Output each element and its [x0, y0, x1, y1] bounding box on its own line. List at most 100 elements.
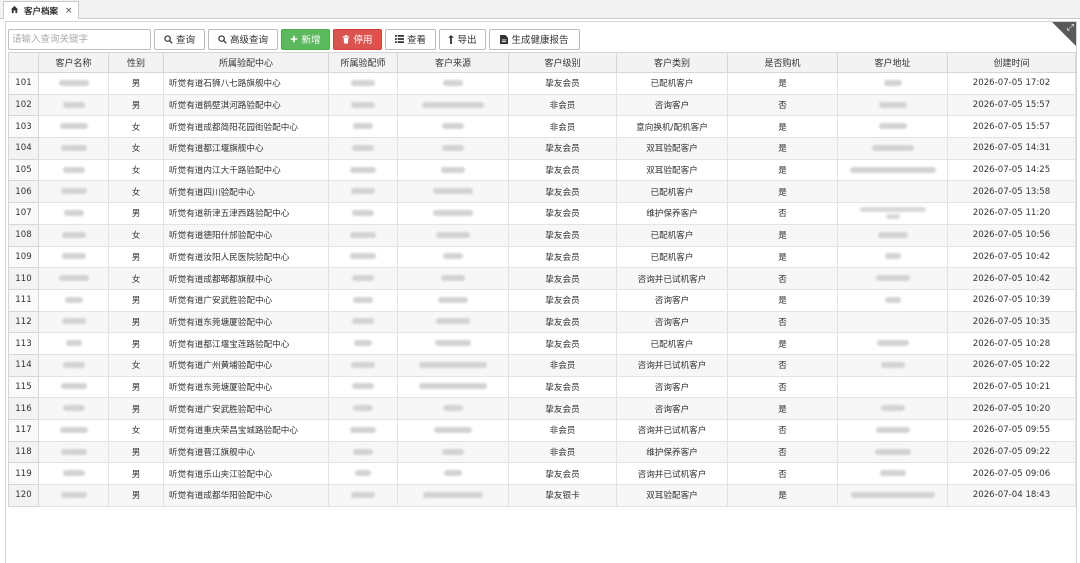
fitter-cell: [328, 397, 398, 420]
address-cell: [837, 462, 948, 486]
center-cell: 听觉有道汝阳人民医院验配中心: [163, 245, 329, 269]
center-cell: 听觉有道都江堰宝莲路验配中心: [163, 332, 329, 355]
redacted-text: [60, 188, 87, 195]
customer-name-cell: [38, 462, 109, 486]
search-button-label: 查询: [175, 35, 195, 46]
view-button[interactable]: 查看: [385, 28, 436, 50]
gender-cell: 女: [108, 267, 164, 290]
column-header-col-address[interactable]: 客户地址: [837, 52, 948, 73]
table-row[interactable]: 101 男听觉有道石狮八七路旗舰中心 挚友会员 已配机客户是 2026-07-05 17…: [8, 72, 1076, 95]
table-row[interactable]: 104 女听觉有道都江堰旗舰中心 挚友会员 双耳验配客户是 2026-07-05 14:…: [8, 137, 1076, 160]
table-row[interactable]: 113 男听觉有道都江堰宝莲路验配中心 挚友会员 已配机客户是 2026-07-05 1…: [8, 332, 1076, 355]
customer-name-cell: [38, 375, 109, 399]
table-row[interactable]: 111 男听觉有道广安武胜验配中心 挚友会员 咨询客户是 2026-07-05 10:3…: [8, 288, 1076, 312]
gender-cell: 女: [108, 353, 164, 377]
category-cell: 已配机客户: [616, 180, 728, 204]
column-header-col-source[interactable]: 客户来源: [397, 52, 509, 73]
table-row[interactable]: 109 男听觉有道汝阳人民医院验配中心 挚友会员 已配机客户是 2026-07-05 1…: [8, 245, 1076, 269]
gender-cell: 男: [108, 93, 164, 117]
created-time-cell: 2026-07-05 14:25: [947, 158, 1076, 182]
gender-cell: 男: [108, 484, 164, 507]
column-header-col-rownum[interactable]: [8, 52, 39, 73]
column-header-col-level[interactable]: 客户级别: [508, 52, 617, 73]
export-button[interactable]: 导出: [439, 28, 486, 50]
address-cell: [837, 72, 948, 95]
table-row[interactable]: 116 男听觉有道广安武胜验配中心 挚友会员 咨询客户是 2026-07-05 10:2…: [8, 397, 1076, 420]
address-cell: [837, 332, 948, 355]
table-row[interactable]: 103 女听觉有道成都简阳花园街验配中心 非会员 意向换机/配机客户是 2026-07-…: [8, 115, 1076, 139]
source-cell: [397, 310, 509, 334]
address-cell: [837, 115, 948, 139]
row-number: 106: [8, 180, 39, 204]
table-row[interactable]: 112 男听觉有道东莞塘厦验配中心 挚友会员 咨询客户否 2026-07-05 10:3…: [8, 310, 1076, 334]
table-row[interactable]: 106 女听觉有道四川验配中心 挚友会员 已配机客户是 2026-07-05 13:58: [8, 180, 1076, 204]
redacted-text: [351, 79, 375, 86]
table-header: 客户名称 性别 所属验配中心 所属验配师 客户来源 客户级别 客户类别 是否购机 客户地址 创建时…: [8, 52, 1076, 73]
redacted-text: [436, 318, 470, 325]
bought-cell: 否: [727, 93, 838, 117]
center-cell: 听觉有道晋江旗舰中心: [163, 440, 329, 464]
address-cell: [837, 180, 948, 204]
redacted-text: [59, 123, 88, 130]
center-cell: 听觉有道内江大千路验配中心: [163, 158, 329, 182]
advanced-search-button[interactable]: 高级查询: [208, 28, 278, 50]
center-cell: 听觉有道广安武胜验配中心: [163, 397, 329, 420]
category-cell: 维护保养客户: [616, 440, 728, 464]
created-time-cell: 2026-07-05 10:22: [947, 353, 1076, 377]
disable-button[interactable]: 停用: [333, 28, 382, 50]
column-header-col-bought[interactable]: 是否购机: [727, 52, 838, 73]
redacted-text: [875, 275, 910, 282]
column-header-col-created[interactable]: 创建时间: [947, 52, 1076, 73]
fitter-cell: [328, 223, 398, 247]
bought-cell: 是: [727, 484, 838, 507]
table-row[interactable]: 102 男听觉有道鹤壁淇河路验配中心 非会员 咨询客户否 2026-07-05 15:5…: [8, 93, 1076, 117]
address-cell: [837, 158, 948, 182]
redacted-text: [60, 491, 87, 498]
bought-cell: 否: [727, 202, 838, 225]
redacted-text: [884, 296, 901, 303]
view-button-label: 查看: [406, 35, 426, 46]
search-button[interactable]: 查询: [154, 28, 205, 50]
fitter-cell: [328, 93, 398, 117]
row-number: 105: [8, 158, 39, 182]
category-cell: 双耳验配客户: [616, 484, 728, 507]
column-header-col-gender[interactable]: 性别: [108, 52, 164, 73]
add-button[interactable]: 新增: [281, 28, 330, 50]
table-row[interactable]: 115 男听觉有道东莞塘厦验配中心 挚友会员 咨询客户否 2026-07-05 10:2…: [8, 375, 1076, 399]
bought-cell: 是: [727, 115, 838, 139]
bought-cell: 是: [727, 332, 838, 355]
category-cell: 咨询客户: [616, 375, 728, 399]
close-icon[interactable]: ×: [65, 6, 73, 16]
expand-icon[interactable]: ⤢: [1067, 23, 1074, 33]
table-row[interactable]: 110 女听觉有道成都郫都旗舰中心 挚友会员 咨询并已试机客户否 2026-07-05 …: [8, 267, 1076, 290]
bought-cell: 是: [727, 288, 838, 312]
center-cell: 听觉有道成都简阳花园街验配中心: [163, 115, 329, 139]
redacted-text: [352, 144, 374, 151]
table-row[interactable]: 114 女听觉有道广州黄埔验配中心 非会员 咨询并已试机客户否 2026-07-05 1…: [8, 353, 1076, 377]
table-row[interactable]: 107 男听觉有道新津五津西路验配中心 挚友会员 维护保养客户否 2026-07-05 …: [8, 202, 1076, 225]
column-header-col-category[interactable]: 客户类别: [616, 52, 728, 73]
redacted-text: [351, 491, 375, 498]
column-header-col-fitter[interactable]: 所属验配师: [328, 52, 398, 73]
category-cell: 咨询客户: [616, 310, 728, 334]
fitter-cell: [328, 353, 398, 377]
address-cell: [837, 484, 948, 507]
table-row[interactable]: 120 男听觉有道成都华阳验配中心 挚友银卡 双耳验配客户是 2026-07-04 18…: [8, 484, 1076, 507]
column-header-col-center[interactable]: 所属验配中心: [163, 52, 329, 73]
redacted-text: [876, 340, 909, 347]
table-row[interactable]: 117 女听觉有道重庆荣昌宝城路验配中心 非会员 咨询并已试机客户否 2026-07-0…: [8, 419, 1076, 442]
column-header-col-customer-name[interactable]: 客户名称: [38, 52, 109, 73]
center-cell: 听觉有道乐山夹江验配中心: [163, 462, 329, 486]
redacted-text: [442, 144, 464, 151]
category-cell: 已配机客户: [616, 245, 728, 269]
table-row[interactable]: 108 女听觉有道德阳什邡验配中心 挚友会员 已配机客户是 2026-07-05 10:…: [8, 223, 1076, 247]
redacted-text: [58, 79, 89, 86]
customer-name-cell: [38, 288, 109, 312]
table-row[interactable]: 105 女听觉有道内江大千路验配中心 挚友会员 双耳验配客户是 2026-07-05 1…: [8, 158, 1076, 182]
tab-customer-archive[interactable]: 客户档案 ×: [3, 1, 79, 19]
generate-report-button[interactable]: 生成健康报告: [489, 28, 580, 50]
redacted-text: [883, 79, 902, 86]
table-row[interactable]: 119 男听觉有道乐山夹江验配中心 挚友会员 咨询并已试机客户否 2026-07-05 …: [8, 462, 1076, 486]
search-input[interactable]: [8, 28, 151, 50]
table-row[interactable]: 118 男听觉有道晋江旗舰中心 非会员 维护保养客户否 2026-07-05 09:22: [8, 440, 1076, 464]
